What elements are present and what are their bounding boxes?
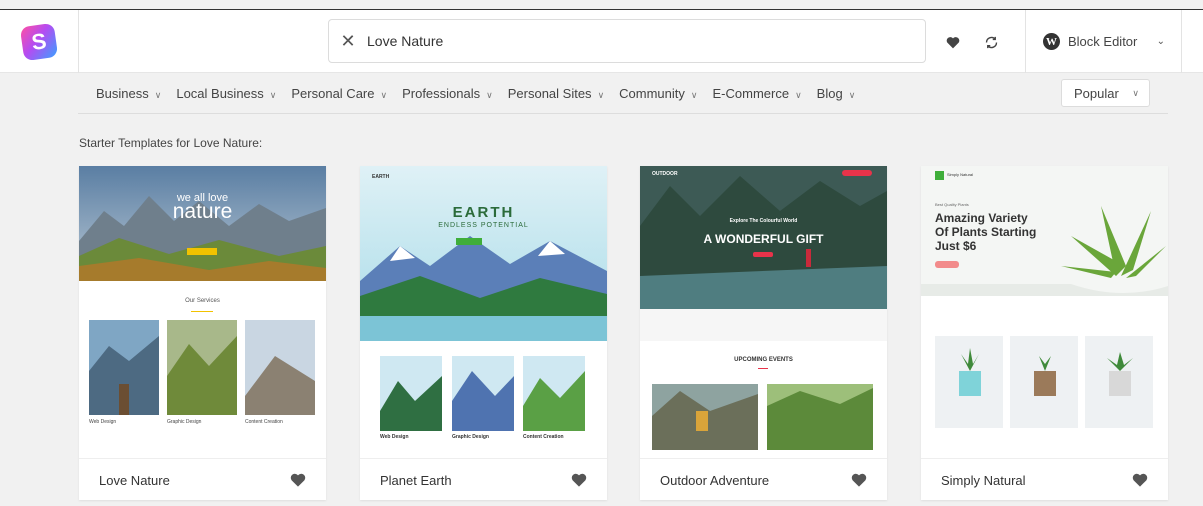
- category-personal-care[interactable]: Personal Care ∨: [291, 86, 387, 101]
- template-card-planet-earth[interactable]: EARTH EARTH ENDLESS POTENTIAL Web Design…: [360, 166, 607, 500]
- events-heading: UPCOMING EVENTS: [734, 357, 793, 363]
- brand-text: OUTDOOR: [652, 171, 678, 177]
- chevron-down-icon: ⌄: [1156, 36, 1165, 47]
- category-e-commerce[interactable]: E-Commerce ∨: [713, 86, 802, 101]
- col-title: Content Creation: [245, 419, 283, 425]
- category-community[interactable]: Community ∨: [619, 86, 697, 101]
- chevron-down-icon: ∨: [848, 89, 856, 100]
- category-local-business[interactable]: Local Business ∨: [176, 86, 276, 101]
- logo-cell: S: [0, 10, 79, 73]
- top-bar: S ✕ W Block Editor ⌄: [0, 9, 1203, 73]
- col-title: Content Creation: [523, 434, 564, 440]
- category-business[interactable]: Business ∨: [96, 86, 161, 101]
- card-footer: Simply Natural: [921, 458, 1168, 500]
- search-box[interactable]: ✕: [328, 19, 926, 63]
- card-footer: Love Nature: [79, 458, 326, 500]
- refresh-icon: [985, 36, 997, 48]
- hero-big-text-2: Of Plants Starting: [935, 225, 1037, 239]
- template-preview-art: [921, 166, 1168, 458]
- hero-big-text-3: Just $6: [935, 239, 977, 253]
- chevron-down-icon: ∨: [795, 89, 802, 100]
- sync-button[interactable]: [979, 30, 1003, 54]
- favorites-button[interactable]: [941, 30, 965, 54]
- category-professionals[interactable]: Professionals ∨: [402, 86, 493, 101]
- template-card-outdoor-adventure[interactable]: OUTDOOR Explore The Colourful World A WO…: [640, 166, 887, 500]
- template-thumbnail: Simply Natural Best Quality Plants Amazi…: [921, 166, 1168, 458]
- category-label: Business: [96, 85, 149, 101]
- template-thumbnail: we all love nature Our Services Web Desi…: [79, 166, 326, 458]
- heart-icon[interactable]: [571, 472, 587, 488]
- col-title: Web Design: [89, 419, 117, 425]
- category-label: Local Business: [176, 85, 264, 101]
- brand-text: Simply Natural: [947, 172, 974, 177]
- chevron-down-icon: ∨: [1132, 87, 1139, 98]
- heart-icon[interactable]: [851, 472, 867, 488]
- category-label: Personal Care: [291, 85, 375, 101]
- category-nav: Business ∨ Local Business ∨ Personal Care ∨…: [78, 74, 1168, 114]
- close-icon[interactable]: ✕: [329, 31, 367, 52]
- hero-small-text: Best Quality Plants: [935, 202, 969, 207]
- col-title: Graphic Design: [452, 434, 489, 440]
- template-name: Love Nature: [99, 472, 170, 488]
- template-name: Planet Earth: [380, 472, 452, 488]
- template-card-simply-natural[interactable]: Simply Natural Best Quality Plants Amazi…: [921, 166, 1168, 500]
- template-thumbnail: EARTH EARTH ENDLESS POTENTIAL Web Design…: [360, 166, 607, 458]
- chevron-down-icon: ∨: [486, 89, 493, 100]
- category-list: Business ∨ Local Business ∨ Personal Care ∨…: [96, 74, 870, 112]
- heart-icon[interactable]: [1132, 472, 1148, 488]
- hero-big-text: nature: [172, 200, 233, 223]
- template-card-love-nature[interactable]: we all love nature Our Services Web Desi…: [79, 166, 326, 500]
- hero-big-text-1: Amazing Variety: [935, 211, 1028, 225]
- editor-selector[interactable]: W Block Editor ⌄: [1025, 10, 1182, 73]
- hero-small-text: Explore The Colourful World: [729, 218, 798, 224]
- hero-subtitle: ENDLESS POTENTIAL: [438, 222, 529, 229]
- search-input[interactable]: [367, 33, 887, 49]
- template-name: Simply Natural: [941, 472, 1026, 488]
- template-preview-art: [640, 166, 887, 458]
- chevron-down-icon: ∨: [154, 89, 162, 100]
- category-label: Blog: [816, 85, 843, 101]
- wordpress-icon: W: [1043, 33, 1060, 50]
- editor-label: Block Editor: [1068, 34, 1138, 49]
- chevron-down-icon: ∨: [690, 89, 698, 100]
- section-title: Starter Templates for Love Nature:: [79, 136, 263, 150]
- card-footer: Outdoor Adventure: [640, 458, 887, 500]
- card-footer: Planet Earth: [360, 458, 607, 500]
- template-thumbnail: OUTDOOR Explore The Colourful World A WO…: [640, 166, 887, 458]
- brand-text: EARTH: [372, 174, 390, 180]
- category-label: Personal Sites: [507, 85, 592, 101]
- hero-title: EARTH: [452, 204, 515, 221]
- category-personal-sites[interactable]: Personal Sites ∨: [508, 86, 604, 101]
- category-label: Community: [619, 85, 685, 101]
- heart-icon: [946, 36, 960, 48]
- hero-big-text: A WONDERFUL GIFT: [703, 232, 824, 246]
- category-label: E-Commerce: [712, 85, 790, 101]
- sort-select[interactable]: Popular ∨: [1061, 79, 1150, 107]
- chevron-down-icon: ∨: [380, 89, 388, 100]
- template-name: Outdoor Adventure: [660, 472, 770, 488]
- category-label: Professionals: [402, 85, 481, 101]
- sort-selected-label: Popular: [1074, 85, 1119, 101]
- services-heading: Our Services: [185, 298, 220, 304]
- col-title: Web Design: [380, 434, 409, 440]
- category-blog[interactable]: Blog ∨: [817, 86, 856, 101]
- heart-icon[interactable]: [290, 472, 306, 488]
- chevron-down-icon: ∨: [597, 89, 605, 100]
- chevron-down-icon: ∨: [269, 89, 277, 100]
- starter-templates-logo: S: [19, 22, 59, 61]
- col-title: Graphic Design: [167, 419, 202, 425]
